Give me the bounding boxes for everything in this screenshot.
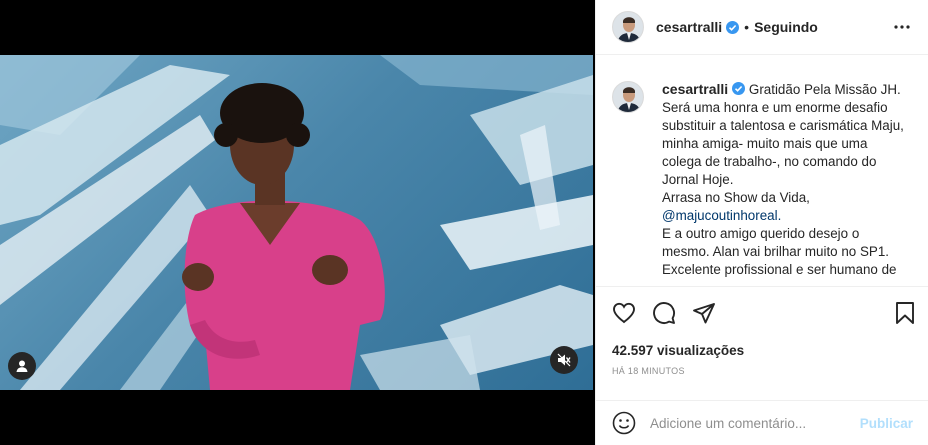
caption-area: cesartralli Gratidão Pela Missão JH. Ser…: [596, 56, 928, 286]
following-button[interactable]: Seguindo: [754, 19, 818, 35]
avatar-image: [613, 82, 643, 112]
media-panel: [0, 0, 595, 445]
video-frame: [0, 55, 593, 390]
more-options-button[interactable]: [892, 17, 912, 37]
more-options-icon: [894, 25, 910, 29]
like-button[interactable]: [612, 301, 636, 325]
post-header: cesartralli • Seguindo: [596, 0, 928, 55]
comment-bubble-icon: [653, 302, 675, 324]
caption-line: Jornal Hoje.: [662, 172, 734, 187]
paper-plane-icon: [693, 303, 715, 324]
emoji-button[interactable]: [612, 411, 636, 435]
mute-button[interactable]: [550, 346, 578, 374]
action-bar: 42.597 visualizações HÁ 18 MINUTOS: [596, 286, 928, 376]
mention-link[interactable]: @majucoutinhoreal.: [662, 207, 913, 225]
verified-badge-icon: [726, 20, 740, 34]
comment-button[interactable]: [652, 301, 676, 325]
caption-line: Excelente profissional e ser humano de: [662, 262, 897, 277]
view-count[interactable]: 42.597 visualizações: [612, 343, 917, 358]
avatar[interactable]: [612, 11, 644, 43]
separator-dot: •: [744, 19, 750, 35]
caption-line: substituir a talentosa e carismática Maj…: [662, 118, 904, 133]
header-username[interactable]: cesartralli: [656, 19, 722, 35]
caption-text: cesartralli Gratidão Pela Missão JH. Ser…: [662, 80, 913, 279]
caption-line: Arrasa no Show da Vida,: [662, 190, 810, 205]
caption-line: Gratidão Pela Missão JH.: [748, 82, 901, 97]
comment-bar: Publicar: [596, 400, 928, 445]
presenter-figure: [182, 83, 385, 390]
caption-line: colega de trabalho-, no comando do: [662, 154, 877, 169]
bookmark-icon: [896, 302, 914, 324]
user-tag-icon: [16, 360, 28, 372]
share-button[interactable]: [692, 301, 716, 325]
avatar-image: [613, 12, 643, 42]
comment-input[interactable]: [650, 415, 860, 431]
publish-button[interactable]: Publicar: [860, 416, 913, 431]
video-player[interactable]: [0, 55, 593, 390]
post-sidebar: cesartralli • Seguindo cesartralli Grati…: [595, 0, 928, 445]
verified-badge-icon: [732, 82, 746, 95]
post-timestamp[interactable]: HÁ 18 MINUTOS: [612, 366, 917, 376]
sound-off-icon: [557, 353, 571, 367]
caption-avatar[interactable]: [612, 81, 644, 113]
tagged-users-button[interactable]: [8, 352, 36, 380]
caption-username[interactable]: cesartralli: [662, 81, 728, 97]
save-button[interactable]: [893, 301, 917, 325]
emoji-icon: [612, 411, 636, 435]
caption-line: mesmo. Alan vai brilhar muito no SP1.: [662, 244, 889, 259]
caption-line: Será uma honra e um enorme desafio: [662, 100, 888, 115]
caption-line: E a outro amigo querido desejo o: [662, 226, 860, 241]
caption-line: minha amiga- muito mais que uma: [662, 136, 868, 151]
heart-icon: [613, 302, 635, 324]
